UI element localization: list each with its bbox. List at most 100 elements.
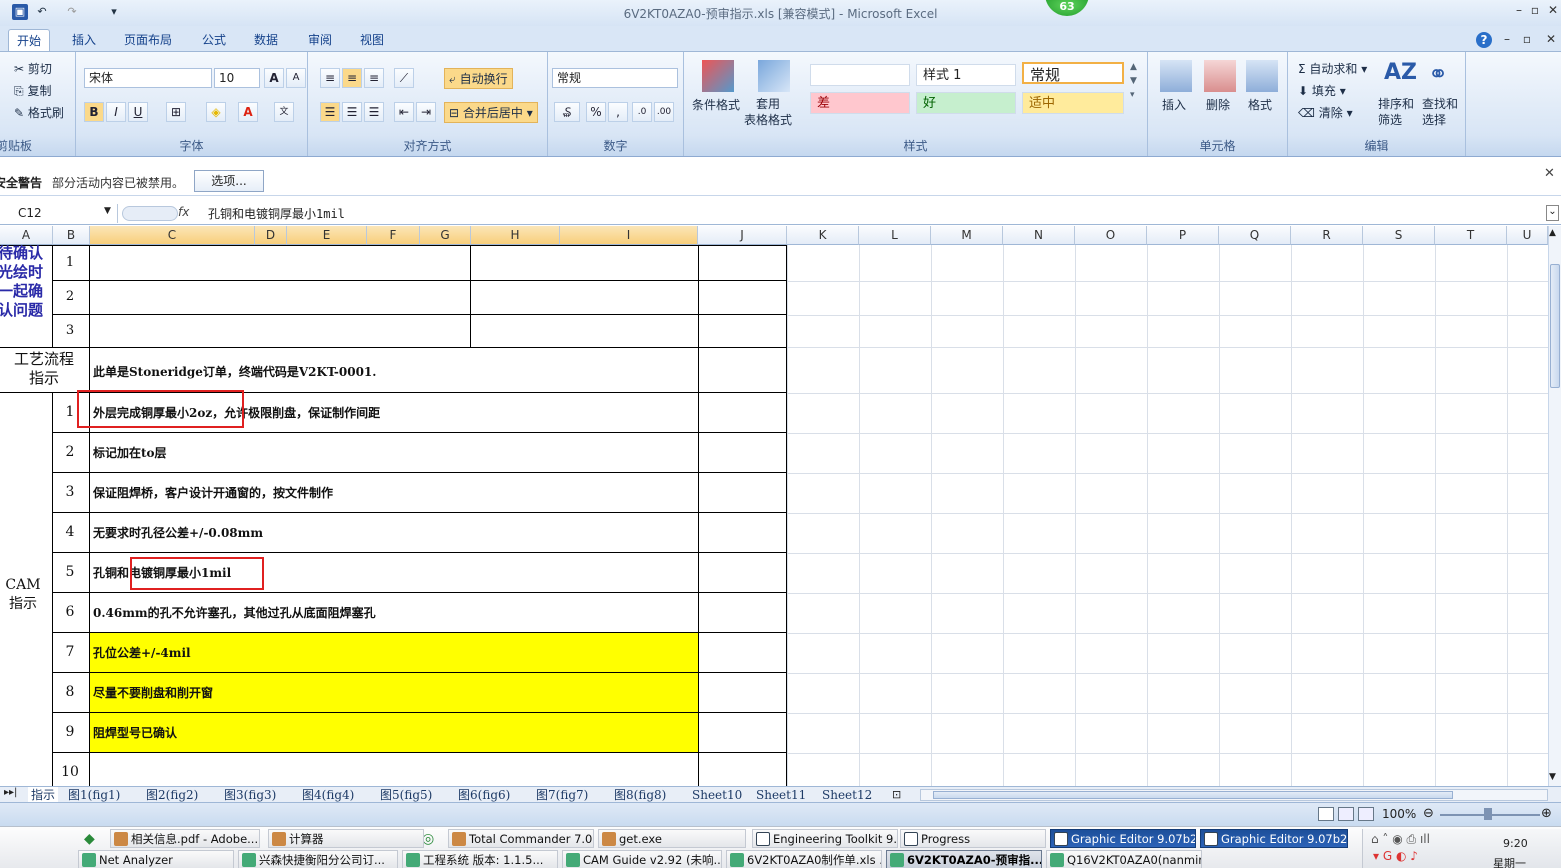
cam-row-text-cell[interactable] [89,432,699,473]
scroll-up-icon[interactable]: ▲ [1549,228,1556,238]
section1-cell-h[interactable] [470,314,699,348]
accounting-icon[interactable]: ₷ [554,102,580,122]
ribbon-restore-button[interactable]: ▫ [1516,31,1538,47]
align-bottom-icon[interactable]: ≡ [364,68,384,88]
border-icon[interactable]: ⊞ [166,102,186,122]
font-color-icon[interactable]: A [238,102,258,122]
tab-insert[interactable]: 插入 [64,29,104,51]
horizontal-scrollbar[interactable] [920,789,1548,801]
zoom-level[interactable]: 100% [1382,807,1416,821]
tray-icons-row1[interactable]: ⌂ ˄ ◉ ⎙ ıll [1371,832,1430,847]
cam-row-j-cell[interactable] [698,632,787,673]
sheet-tab[interactable]: 图4(fig4) [302,787,354,803]
cam-row-j-cell[interactable] [698,432,787,473]
clear-button[interactable]: ⌫ 清除 ▾ [1298,104,1353,121]
name-box-dropdown-icon[interactable]: ▼ [104,206,111,216]
copy-button[interactable]: ⎘ 复制 [14,82,51,99]
section1-cell-h[interactable] [470,245,699,281]
insert-cells-button[interactable]: 插入 [1162,96,1186,113]
normal-view-icon[interactable] [1318,807,1334,821]
taskbar-button[interactable]: CAM Guide v2.92 (未响... [562,850,722,868]
column-header-t[interactable]: T [1435,226,1507,245]
conditional-format-button[interactable]: 条件格式 [692,96,740,113]
align-middle-icon[interactable]: ≡ [342,68,362,88]
name-box[interactable]: C12 [0,204,118,223]
clock[interactable]: 9:20 [1503,837,1528,850]
format-painter-button[interactable]: ✎ 格式刷 [14,104,64,121]
tab-data[interactable]: 数据 [246,29,286,51]
style-blank[interactable] [810,64,910,86]
section1-cell-c[interactable] [89,245,471,281]
column-header-a[interactable]: A [0,226,53,245]
style-good[interactable]: 好 [916,92,1016,114]
sheet-tab[interactable]: 图2(fig2) [146,787,198,803]
cam-row-j-cell[interactable] [698,672,787,713]
increase-indent-icon[interactable]: ⇥ [416,102,436,122]
taskbar-button[interactable]: 计算器 [268,829,424,848]
column-header-q[interactable]: Q [1219,226,1291,245]
taskbar-button[interactable]: 工程系统 版本: 1.1.5... [402,850,558,868]
column-header-g[interactable]: G [420,226,471,245]
sheet-tab[interactable]: 图3(fig3) [224,787,276,803]
underline-button[interactable]: U [128,102,148,122]
taskbar-button[interactable]: 兴森快捷衡阳分公司订... [238,850,398,868]
page-break-view-icon[interactable] [1358,807,1374,821]
increase-decimal-icon[interactable]: .0 [632,102,652,122]
tab-formulas[interactable]: 公式 [194,29,234,51]
tab-home[interactable]: 开始 [8,29,51,51]
taskbar-button[interactable]: Q16V2KT0AZA0(nanmin)... [1046,850,1202,868]
tray-icons-row2[interactable]: ▾ G ◐ ♪ [1373,849,1418,863]
cam-row-text-cell[interactable] [89,752,699,786]
find-select-button[interactable]: 查找和 选择 [1422,96,1458,128]
sheet-tab[interactable]: Sheet12 [822,787,872,803]
percent-button[interactable]: % [586,102,606,122]
formula-expand-icon[interactable]: ⌄ [1546,205,1559,221]
decrease-indent-icon[interactable]: ⇤ [394,102,414,122]
cam-row-j-cell[interactable] [698,512,787,553]
vertical-scroll-thumb[interactable] [1550,264,1560,388]
comma-button[interactable]: , [608,102,628,122]
fill-button[interactable]: ⬇ 填充 ▾ [1298,82,1346,99]
workbook-close-button[interactable]: ✕ [1540,31,1561,47]
cam-row-j-cell[interactable] [698,392,787,433]
worksheet-grid[interactable]: ABCDEFGHIJKLMNOPQRSTU 待确认 光绘时 一起确 认问题 1 … [0,226,1548,786]
column-header-m[interactable]: M [931,226,1003,245]
column-header-i[interactable]: I [560,226,698,245]
sheet-nav-icon[interactable]: ▸▸| [4,787,17,798]
scroll-down-icon[interactable]: ▼ [1549,772,1556,782]
security-options-button[interactable]: 选项... [194,170,264,192]
insert-sheet-icon[interactable]: ⊡ [892,788,901,801]
bold-button[interactable]: B [84,102,104,122]
sheet-tab[interactable]: 指示 [28,787,59,803]
style-normal[interactable]: 常规 [1022,62,1124,84]
phonetic-icon[interactable]: 文 [274,102,294,122]
style-bad[interactable]: 差 [810,92,910,114]
taskbar-button[interactable]: get.exe [598,829,746,848]
column-header-d[interactable]: D [255,226,287,245]
section1-cell-c[interactable] [89,314,471,348]
taskbar-button[interactable]: Total Commander 7.0 ... [448,829,594,848]
vertical-scrollbar[interactable]: ▲ ▼ [1548,226,1561,786]
merge-center-button[interactable]: ⊟ 合并后居中 ▾ [444,102,538,123]
align-center-icon[interactable]: ☰ [342,102,362,122]
column-header-r[interactable]: R [1291,226,1363,245]
page-layout-view-icon[interactable] [1338,807,1354,821]
taskbar-button[interactable]: Engineering Toolkit 9.0... [752,829,898,848]
zoom-in-icon[interactable]: ⊕ [1541,806,1552,821]
delete-cells-button[interactable]: 删除 [1206,96,1230,113]
column-header-n[interactable]: N [1003,226,1075,245]
sheet-tab[interactable]: 图7(fig7) [536,787,588,803]
format-cells-button[interactable]: 格式 [1248,96,1272,113]
column-header-e[interactable]: E [287,226,367,245]
align-left-icon[interactable]: ☰ [320,102,340,122]
font-shrink-button[interactable]: A [286,68,306,88]
section1-cell-j[interactable] [698,245,787,281]
sheet-tab[interactable]: 图5(fig5) [380,787,432,803]
taskbar-button[interactable]: Progress [900,829,1046,848]
horizontal-scroll-thumb[interactable] [933,791,1453,799]
font-grow-button[interactable]: A [264,68,284,88]
sheet-tab[interactable]: 图1(fig1) [68,787,120,803]
align-right-icon[interactable]: ☰ [364,102,384,122]
close-button[interactable]: ✕ [1542,2,1561,18]
font-size-select[interactable]: 10 [214,68,260,88]
